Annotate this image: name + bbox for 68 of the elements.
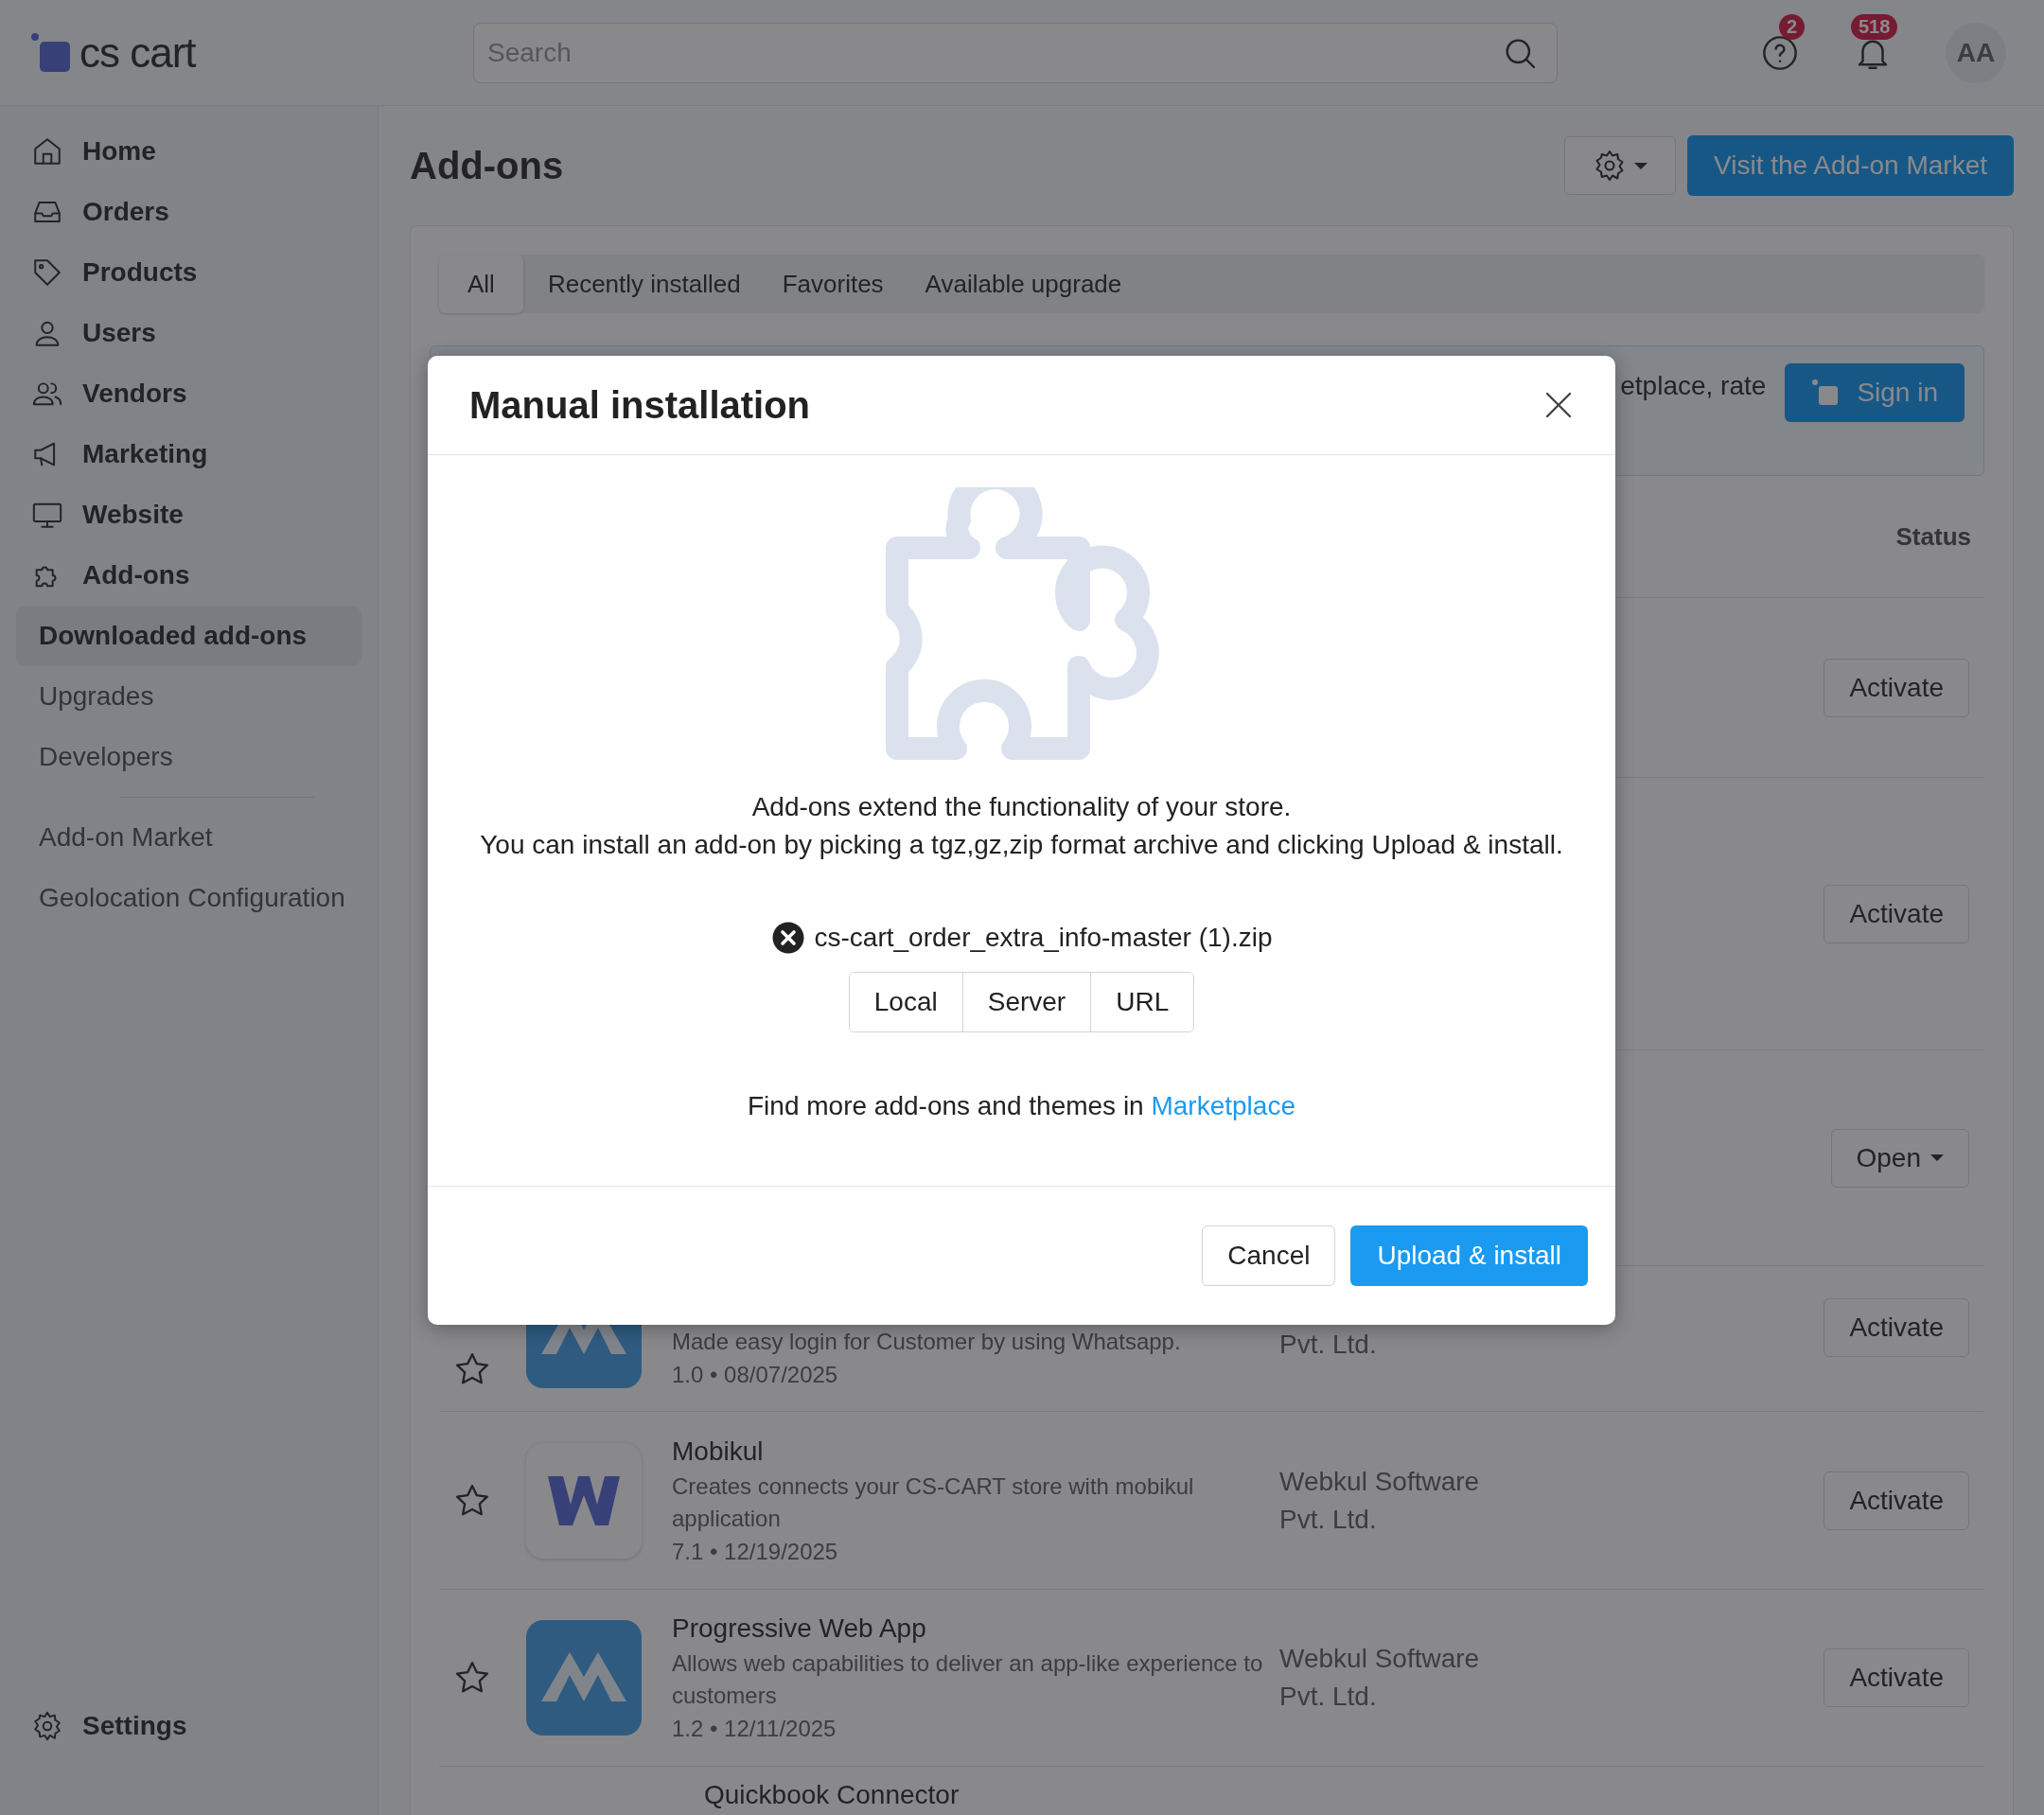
vendor-name: Pvt. Ltd.	[1279, 1681, 1378, 1713]
notification-badge: 518	[1851, 13, 1898, 40]
sidebar-item[interactable]: Upgrades	[16, 666, 361, 727]
logo-icon	[1811, 379, 1841, 407]
addon-description: Creates connects your CS-CART store with mobikul application	[672, 1471, 1195, 1533]
addon-title[interactable]: Progressive Web App	[672, 1613, 1279, 1644]
tag-icon	[31, 256, 63, 289]
addon-description: Made easy login for Customer by using Whatsapp.	[672, 1328, 1182, 1356]
puzzle-icon	[883, 487, 1160, 762]
marketplace-link[interactable]: Marketplace	[1151, 1091, 1295, 1120]
sidebar-item[interactable]: Downloaded add-ons	[16, 606, 361, 666]
addon-version: 1.0 • 08/07/2025	[672, 1362, 839, 1388]
sidebar-item[interactable]: Settings	[16, 1696, 361, 1756]
market-button[interactable]: Visit the Add-on Market	[1687, 135, 2014, 196]
sidebar-item[interactable]: Products	[16, 242, 361, 303]
filter-tab[interactable]: Favorites	[765, 255, 901, 313]
dialog-text: You can install an add-on by picking a tgz,gz,zip format archive and clicking Upload & install.	[480, 829, 1563, 861]
cancel-button[interactable]: Cancel	[1202, 1225, 1336, 1286]
activate-button[interactable]: Activate	[1824, 658, 1969, 717]
home-icon	[31, 135, 63, 167]
source-button[interactable]: URL	[1090, 973, 1194, 1031]
vendor-name: Webkul Software	[1279, 1465, 1481, 1498]
addon-description: Allows web capabilities to deliver an app-like experience to customers	[672, 1649, 1264, 1710]
vendor-name: Pvt. Ltd.	[1279, 1503, 1378, 1536]
dialog-title: Manual installation	[469, 383, 811, 427]
upload-button[interactable]: Upload & install	[1350, 1225, 1588, 1286]
page-title: Add-ons	[410, 144, 564, 187]
addon-version: 7.1 • 12/19/2025	[672, 1538, 839, 1565]
sidebar-item[interactable]: Vendors	[16, 363, 361, 424]
sidebar-item[interactable]: Marketing	[16, 424, 361, 485]
addon-version: 1.2 • 12/11/2025	[672, 1716, 837, 1742]
activate-button[interactable]: Activate	[1824, 884, 1969, 943]
caret-icon	[1930, 1154, 1944, 1161]
activate-button[interactable]: Activate	[1824, 1471, 1969, 1530]
column-header: Status	[1895, 521, 1971, 552]
sign-in-button[interactable]: Sign in	[1785, 363, 1965, 422]
sidebar-item[interactable]: Geolocation Configuration	[16, 868, 361, 928]
sidebar-item[interactable]: Home	[16, 121, 361, 182]
filter-tab[interactable]: All	[439, 255, 523, 313]
avatar[interactable]: AA	[1946, 22, 2006, 83]
help-badge: 2	[1779, 13, 1806, 40]
addon-logo-icon	[526, 1620, 642, 1736]
remove-icon[interactable]	[770, 921, 805, 955]
vendor-name: Webkul Software	[1279, 1643, 1481, 1675]
file-name: cs-cart_order_extra_info-master (1).zip	[814, 923, 1273, 953]
sidebar-item[interactable]: Developers	[16, 727, 361, 787]
caret-icon	[1634, 162, 1648, 169]
sidebar-item[interactable]: Users	[16, 303, 361, 363]
activate-button[interactable]: Activate	[1824, 1297, 1969, 1357]
open-dropdown[interactable]: Open	[1830, 1128, 1969, 1188]
notice-text: etplace, rate	[1620, 370, 1767, 401]
vendor-name: Pvt. Ltd.	[1279, 1328, 1378, 1361]
dialog-text: Add-ons extend the functionality of your store.	[750, 791, 1293, 823]
sidebar-item[interactable]: Website	[16, 485, 361, 545]
sidebar-item[interactable]: Add-ons	[16, 545, 361, 606]
settings-dropdown[interactable]	[1564, 136, 1677, 195]
sidebar-item[interactable]: Add-on Market	[16, 807, 361, 868]
activate-button[interactable]: Activate	[1824, 1648, 1969, 1707]
logo-icon	[30, 31, 72, 74]
gear-icon	[31, 1710, 63, 1742]
addon-title[interactable]: Quickbook Connector	[704, 1780, 960, 1810]
sidebar-item[interactable]: Orders	[16, 182, 361, 242]
filter-tab[interactable]: Recently installed	[530, 255, 758, 313]
addon-logo-icon	[526, 1442, 642, 1559]
addon-title[interactable]: Mobikul	[672, 1436, 1279, 1467]
marketplace-text: Find more add-ons and themes in Marketplace	[748, 1091, 1295, 1121]
filter-tab[interactable]: Available upgrade	[907, 255, 1139, 313]
logo-text[interactable]: cs cart	[79, 28, 196, 77]
